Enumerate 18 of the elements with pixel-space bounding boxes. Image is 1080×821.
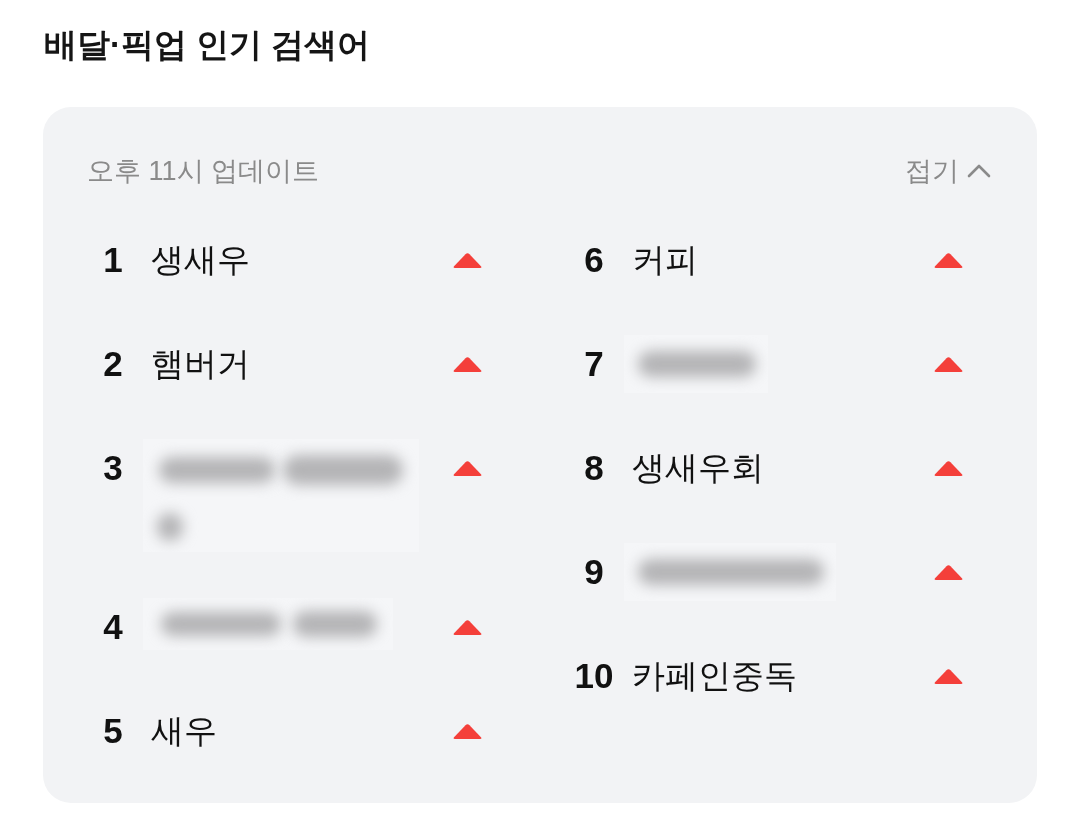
rank-number: 7 <box>583 343 605 385</box>
search-term[interactable]: 새우 <box>151 712 217 749</box>
rank-number: 1 <box>102 239 124 281</box>
search-term[interactable]: 햄버거 <box>151 345 250 382</box>
rank-number: 2 <box>102 343 124 385</box>
rank-number: 5 <box>102 710 124 752</box>
rank-number: 10 <box>573 655 615 697</box>
update-time-label: 오후 11시 업데이트 <box>87 155 320 188</box>
search-term[interactable]: 카페인중독 <box>632 657 797 694</box>
rank-number: 3 <box>102 447 124 489</box>
rank-number: 8 <box>583 447 605 489</box>
rank-number: 4 <box>102 606 124 648</box>
search-term[interactable]: 생새우회 <box>632 449 764 486</box>
rank-number: 6 <box>583 239 605 281</box>
rank-number: 9 <box>583 551 605 593</box>
search-term[interactable]: 생새우 <box>151 241 250 278</box>
section-title: 배달·픽업 인기 검색어 <box>44 25 371 65</box>
search-term[interactable]: 커피 <box>632 241 698 278</box>
